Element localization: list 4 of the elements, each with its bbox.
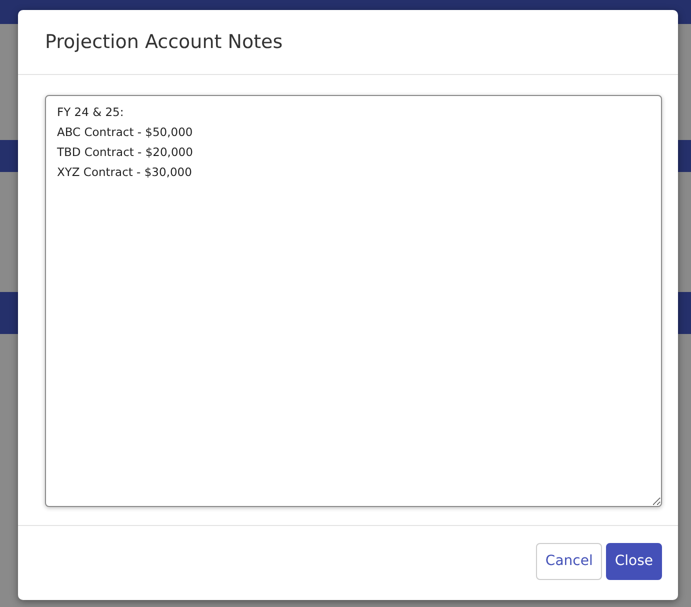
close-button[interactable]: Close xyxy=(606,542,662,580)
notes-field[interactable]: FY 24 & 25: ABC Contract - $50,000 TBD Contract - $20,000 XYZ Contract - $30,000 xyxy=(45,95,662,507)
dialog-title: Projection Account Notes xyxy=(45,31,283,53)
cancel-button[interactable]: Cancel xyxy=(536,542,602,580)
